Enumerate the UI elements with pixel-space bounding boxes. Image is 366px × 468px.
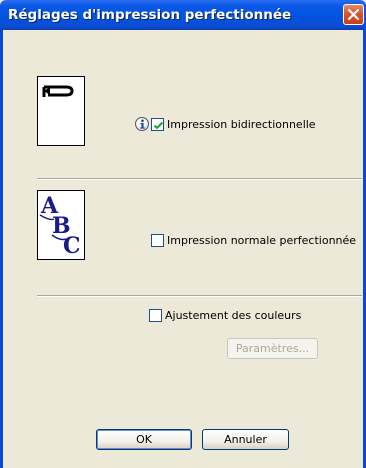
bidirectional-label[interactable]: Impression bidirectionnelle	[167, 118, 316, 131]
svg-text:C: C	[63, 233, 81, 259]
bidirectional-arrow-icon	[42, 85, 74, 97]
separator-1	[37, 178, 362, 180]
dialog-window: Réglages d'impression perfectionnée Impr…	[0, 0, 366, 468]
color-adjust-checkbox[interactable]	[149, 309, 162, 322]
info-icon[interactable]	[135, 117, 149, 131]
abc-text-icon: A B C	[39, 193, 81, 259]
bidirectional-checkbox[interactable]	[151, 118, 164, 131]
cancel-button[interactable]: Annuler	[202, 429, 289, 450]
enhanced-normal-checkbox[interactable]	[151, 234, 164, 247]
title-bar[interactable]: Réglages d'impression perfectionnée	[0, 0, 366, 30]
enhanced-normal-label[interactable]: Impression normale perfectionnée	[167, 234, 356, 247]
ok-button[interactable]: OK	[96, 429, 192, 450]
color-adjust-label[interactable]: Ajustement des couleurs	[165, 309, 301, 322]
abc-preview: A B C	[37, 190, 85, 260]
close-button[interactable]	[343, 4, 364, 25]
bidirectional-preview	[37, 76, 85, 146]
window-title: Réglages d'impression perfectionnée	[8, 7, 292, 23]
close-icon	[347, 8, 360, 21]
parameters-button[interactable]: Paramètres...	[227, 338, 318, 359]
separator-2	[37, 295, 362, 297]
checkmark-icon	[153, 121, 164, 130]
